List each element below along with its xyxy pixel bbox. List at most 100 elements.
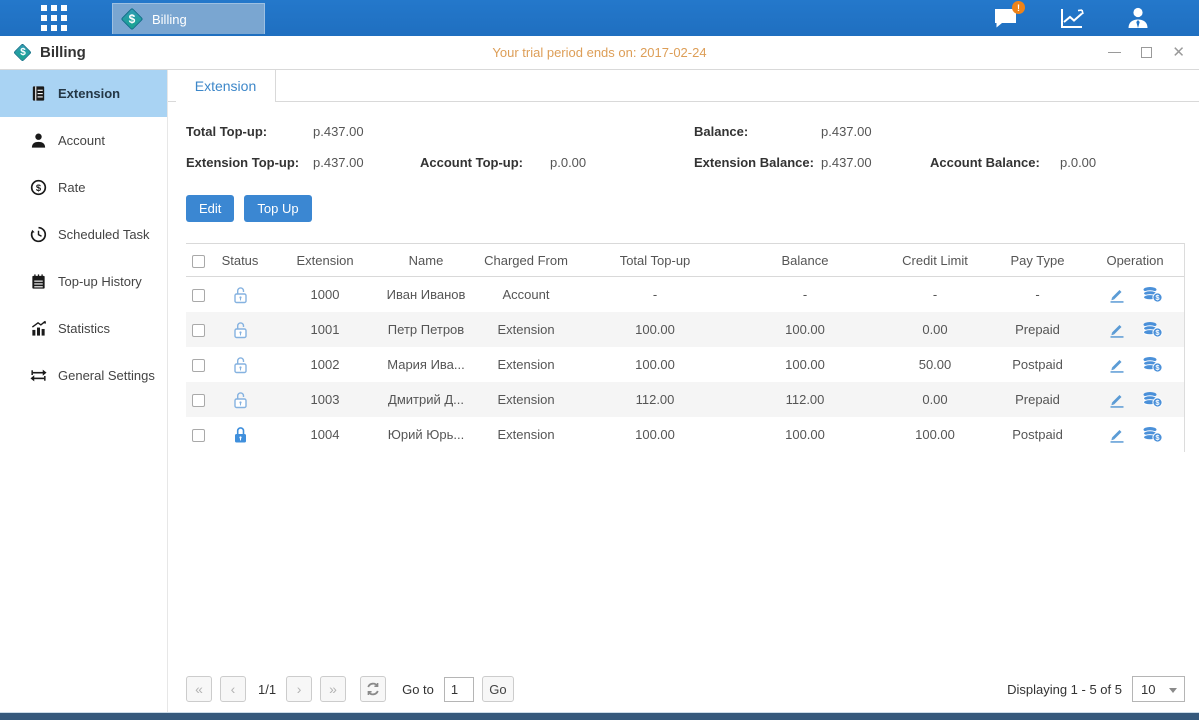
page-size-dropdown[interactable]: 10 (1132, 676, 1185, 702)
reports-chart-icon[interactable] (1057, 5, 1087, 31)
sidebar-item-extension[interactable]: Extension (0, 70, 167, 117)
edit-row-pencil-icon[interactable] (1108, 391, 1126, 409)
unlocked-status-icon (233, 356, 248, 374)
app-launcher-grid-icon[interactable] (34, 3, 74, 33)
balance-value: p.437.00 (821, 124, 930, 139)
sidebar-item-rate[interactable]: $ Rate (0, 164, 167, 211)
sidebar-item-statistics[interactable]: Statistics (0, 305, 167, 352)
sidebar-item-label: Account (58, 133, 105, 148)
sidebar-item-account[interactable]: Account (0, 117, 167, 164)
table-row: 1004 Юрий Юрь... Extension 100.00 100.00… (186, 417, 1184, 452)
table-header-row: Status Extension Name Charged From Total… (186, 243, 1184, 277)
ledger-icon (30, 85, 47, 102)
table-row: 1000 Иван Иванов Account - - - - (186, 277, 1184, 312)
top-up-row-coins-icon[interactable]: $ (1142, 356, 1163, 373)
displaying-status: Displaying 1 - 5 of 5 (1007, 682, 1122, 697)
total-topup-label: Total Top-up: (186, 124, 313, 139)
tab-strip: Extension (168, 70, 1199, 102)
table-row: 1001 Петр Петров Extension 100.00 100.00… (186, 312, 1184, 347)
dropdown-arrow-icon (1169, 688, 1177, 693)
balance-label: Balance: (694, 124, 821, 139)
refresh-icon (366, 682, 380, 696)
go-button[interactable]: Go (482, 676, 514, 702)
extension-table: Status Extension Name Charged From Total… (186, 243, 1185, 452)
sidebar-item-label: Rate (58, 180, 85, 195)
window-title: Billing (40, 44, 86, 61)
extension-topup-label: Extension Top-up: (186, 155, 313, 170)
col-pay-type: Pay Type (990, 253, 1085, 268)
table-row: 1002 Мария Ива... Extension 100.00 100.0… (186, 347, 1184, 382)
balance-summary: Total Top-up: p.437.00 Balance: p.437.00… (186, 116, 1199, 178)
top-up-button[interactable]: Top Up (244, 195, 311, 222)
top-up-row-coins-icon[interactable]: $ (1142, 426, 1163, 443)
row-checkbox[interactable] (192, 359, 205, 372)
sidebar-item-label: Scheduled Task (58, 227, 150, 242)
row-checkbox[interactable] (192, 429, 205, 442)
top-up-row-coins-icon[interactable]: $ (1142, 321, 1163, 338)
select-all-checkbox[interactable] (192, 255, 205, 268)
sidebar-item-scheduled-task[interactable]: Scheduled Task (0, 211, 167, 258)
edit-row-pencil-icon[interactable] (1108, 286, 1126, 304)
window-title-bar: $ Billing Your trial period ends on: 201… (0, 36, 1199, 70)
swap-arrows-icon (30, 367, 47, 384)
notification-badge: ! (1012, 1, 1025, 14)
locked-status-icon (233, 426, 248, 444)
notepad-icon (30, 273, 47, 290)
sidebar-item-topup-history[interactable]: Top-up History (0, 258, 167, 305)
trial-notice: Your trial period ends on: 2017-02-24 (0, 45, 1199, 60)
page-size-value: 10 (1141, 682, 1155, 697)
close-button[interactable]: ✕ (1172, 47, 1185, 58)
taskbar-tab-label: Billing (152, 12, 187, 27)
taskbar-tab-billing[interactable]: $ Billing (112, 3, 265, 34)
sidebar-item-general-settings[interactable]: General Settings (0, 352, 167, 399)
refresh-button[interactable] (360, 676, 386, 702)
sidebar: Extension Account $ Rate Scheduled Task (0, 70, 168, 712)
top-up-row-coins-icon[interactable]: $ (1142, 391, 1163, 408)
user-account-icon[interactable] (1123, 5, 1153, 31)
messages-icon[interactable]: ! (991, 5, 1021, 31)
next-page-button[interactable]: › (286, 676, 312, 702)
sidebar-item-label: Extension (58, 86, 120, 101)
first-page-button[interactable]: « (186, 676, 212, 702)
col-charged-from: Charged From (472, 253, 580, 268)
account-topup-label: Account Top-up: (420, 155, 550, 170)
account-balance-label: Account Balance: (930, 155, 1060, 170)
edit-row-pencil-icon[interactable] (1108, 321, 1126, 339)
edit-row-pencil-icon[interactable] (1108, 356, 1126, 374)
row-checkbox[interactable] (192, 394, 205, 407)
prev-page-button[interactable]: ‹ (220, 676, 246, 702)
row-checkbox[interactable] (192, 289, 205, 302)
col-name: Name (380, 253, 472, 268)
top-up-row-coins-icon[interactable]: $ (1142, 286, 1163, 303)
edit-row-pencil-icon[interactable] (1108, 426, 1126, 444)
unlocked-status-icon (233, 286, 248, 304)
page-indicator: 1/1 (258, 682, 276, 697)
total-topup-value: p.437.00 (313, 124, 420, 139)
sidebar-item-label: Top-up History (58, 274, 142, 289)
minimize-button[interactable] (1108, 52, 1121, 53)
clock-icon (30, 226, 47, 243)
tab-extension[interactable]: Extension (176, 70, 276, 102)
col-total-topup: Total Top-up (580, 253, 730, 268)
last-page-button[interactable]: » (320, 676, 346, 702)
col-extension: Extension (270, 253, 380, 268)
col-status: Status (210, 253, 270, 268)
account-balance-value: p.0.00 (1060, 155, 1199, 170)
maximize-button[interactable] (1141, 47, 1152, 58)
unlocked-status-icon (233, 321, 248, 339)
col-credit-limit: Credit Limit (880, 253, 990, 268)
goto-page-input[interactable] (444, 677, 474, 702)
sidebar-item-label: Statistics (58, 321, 110, 336)
coin-icon: $ (30, 179, 47, 196)
pagination-toolbar: « ‹ 1/1 › » Go to Go Displaying 1 - 5 of… (168, 666, 1185, 712)
bar-chart-icon (30, 320, 47, 337)
billing-app-icon: $ (121, 8, 143, 30)
row-checkbox[interactable] (192, 324, 205, 337)
top-bar: $ Billing ! (0, 0, 1199, 36)
svg-text:$: $ (36, 183, 42, 194)
table-row: 1003 Дмитрий Д... Extension 112.00 112.0… (186, 382, 1184, 417)
billing-window-icon: $ (14, 44, 32, 62)
extension-topup-value: p.437.00 (313, 155, 420, 170)
edit-button[interactable]: Edit (186, 195, 234, 222)
col-balance: Balance (730, 253, 880, 268)
